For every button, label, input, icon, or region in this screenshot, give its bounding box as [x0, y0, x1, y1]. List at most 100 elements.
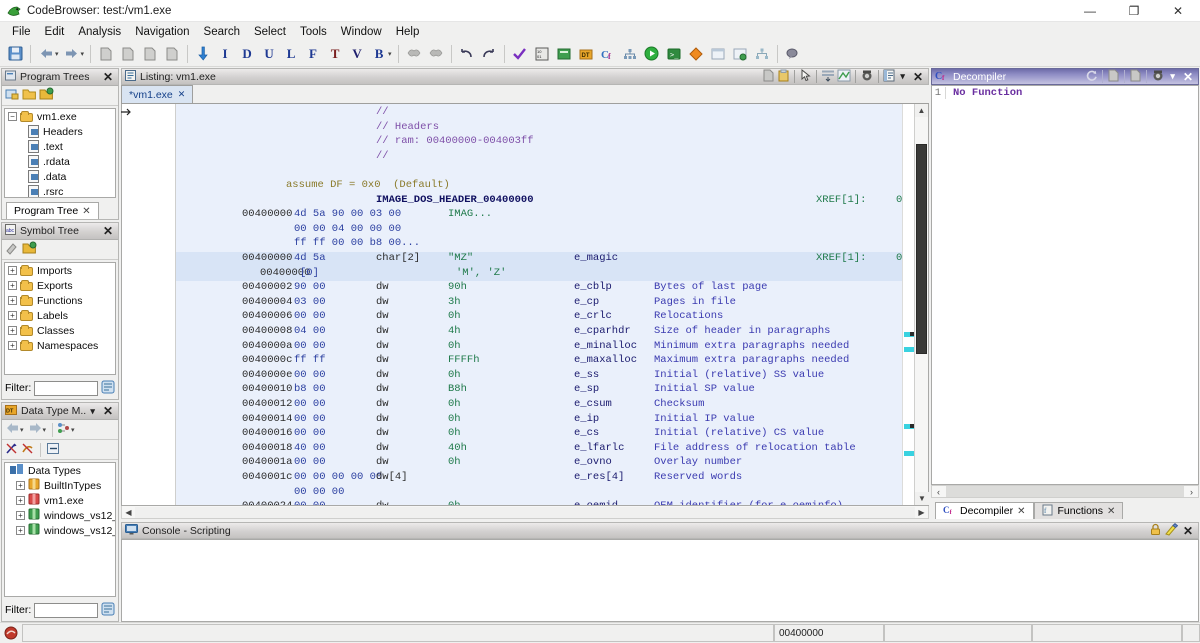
- menu-analysis[interactable]: Analysis: [71, 24, 128, 40]
- memory-map-icon[interactable]: [554, 43, 574, 65]
- symbol-node-imports[interactable]: + Imports: [5, 263, 115, 278]
- run-analysis-icon[interactable]: [642, 43, 662, 65]
- symbol-tree-filter-input[interactable]: [34, 381, 98, 396]
- debugger-icon[interactable]: >_: [664, 43, 684, 65]
- copy-icon[interactable]: [1107, 69, 1120, 85]
- listing-row[interactable]: 0040001840 00dw40he_lfarlcFile address o…: [176, 442, 902, 457]
- expander-plus-icon[interactable]: +: [8, 311, 17, 320]
- scroll-down-arrow[interactable]: ▼: [915, 492, 929, 505]
- listing-row[interactable]: //: [176, 150, 902, 165]
- listing-row[interactable]: 0040000600 00dw0he_crlcRelocations: [176, 310, 902, 325]
- datatype-node-builtintypes[interactable]: + BuiltInTypes: [5, 478, 115, 493]
- bookmark-dropdown-caret[interactable]: ▾: [388, 50, 392, 58]
- forward-caret[interactable]: ▾: [43, 426, 47, 434]
- expander-plus-icon[interactable]: +: [8, 296, 17, 305]
- scroll-right-arrow[interactable]: ›: [1185, 487, 1198, 497]
- console-output[interactable]: [121, 539, 1199, 622]
- menu-search[interactable]: Search: [197, 24, 247, 40]
- program-trees-close-icon[interactable]: ✕: [100, 70, 116, 84]
- listing-row[interactable]: 0040000804 00dw4he_cparhdrSize of header…: [176, 325, 902, 340]
- clear-flow-icon[interactable]: T: [325, 43, 345, 65]
- scroll-up-arrow[interactable]: ▲: [915, 104, 928, 117]
- bookmark-icon[interactable]: B: [369, 43, 389, 65]
- snapshot-icon[interactable]: [1151, 69, 1165, 85]
- export-icon[interactable]: [1129, 69, 1142, 85]
- function-icon[interactable]: F: [303, 43, 323, 65]
- back-caret[interactable]: ▾: [20, 426, 24, 434]
- refresh-icon[interactable]: [1085, 69, 1098, 85]
- listing-row[interactable]: ff ff 00 00 b8 00...: [176, 237, 902, 252]
- filter-arrays-icon[interactable]: [21, 442, 35, 458]
- symbol-tree-close-icon[interactable]: ✕: [100, 224, 116, 238]
- variable-icon[interactable]: V: [347, 43, 367, 65]
- scroll-right-arrow[interactable]: ▶: [915, 508, 928, 517]
- listing-row[interactable]: 00400000[0]'M', 'Z': [176, 267, 902, 282]
- datatype-node-vm1exe[interactable]: + vm1.exe: [5, 493, 115, 508]
- browser-options-icon[interactable]: [883, 69, 895, 85]
- tab-close-icon[interactable]: ✕: [178, 89, 186, 100]
- close-button[interactable]: ✕: [1156, 0, 1200, 22]
- redo-icon[interactable]: [479, 43, 499, 65]
- minimize-button[interactable]: —: [1068, 0, 1112, 22]
- datatype-node-windows-vs12-64[interactable]: + windows_vs12_64: [5, 523, 115, 538]
- expander-plus-icon[interactable]: +: [8, 326, 17, 335]
- data-icon[interactable]: D: [237, 43, 257, 65]
- listing-code-area[interactable]: //// Headers// ram: 00400000-004003ff//a…: [176, 104, 902, 505]
- paste-icon[interactable]: [777, 69, 790, 85]
- organize-caret[interactable]: ▾: [71, 426, 75, 434]
- edit-fields-icon[interactable]: [821, 69, 835, 85]
- listing-row[interactable]: 0040000cff ffdwFFFFhe_maxallocMaximum ex…: [176, 354, 902, 369]
- script-manager-icon[interactable]: [730, 43, 750, 65]
- menu-navigation[interactable]: Navigation: [128, 24, 196, 40]
- open-folder-icon[interactable]: [22, 87, 37, 104]
- organize-icon[interactable]: [57, 422, 71, 437]
- listing-row[interactable]: 00 00 00: [176, 486, 902, 501]
- snapshot-icon[interactable]: [860, 69, 874, 85]
- instruction-icon[interactable]: I: [215, 43, 235, 65]
- console-close-icon[interactable]: ✕: [1180, 524, 1196, 538]
- scroll-left-arrow[interactable]: ◀: [122, 508, 135, 517]
- listing-row[interactable]: IMAGE_DOS_HEADER_00400000XREF[1]:0040011…: [176, 194, 902, 209]
- graph-icon[interactable]: [752, 43, 772, 65]
- collapse-all-icon[interactable]: [46, 442, 60, 458]
- filter-options-icon[interactable]: [101, 380, 115, 397]
- listing-row[interactable]: 00 00 04 00 00 00: [176, 223, 902, 238]
- tab-close-icon[interactable]: ✕: [1107, 506, 1115, 517]
- scroll-track[interactable]: [946, 486, 1184, 497]
- toggle-diff-icon[interactable]: [837, 69, 851, 85]
- maximize-button[interactable]: ❐: [1112, 0, 1156, 22]
- cursor-select-icon[interactable]: [799, 69, 812, 85]
- call-tree-icon[interactable]: [620, 43, 640, 65]
- listing-row[interactable]: //: [176, 106, 902, 121]
- undo-icon[interactable]: [457, 43, 477, 65]
- expander-plus-icon[interactable]: +: [16, 526, 25, 535]
- listing-row[interactable]: +0040001c00 00 00 00 00dw[4]e_res[4]Rese…: [176, 471, 902, 486]
- listing-row[interactable]: // Headers: [176, 121, 902, 136]
- byte-viewer-icon[interactable]: 1001: [532, 43, 552, 65]
- expander-plus-icon[interactable]: +: [8, 281, 17, 290]
- data-type-manager-close-icon[interactable]: ✕: [100, 404, 116, 418]
- import-program-icon[interactable]: [162, 43, 182, 65]
- listing-row[interactable]: // ram: 00400000-004003ff: [176, 135, 902, 150]
- snapshot-window-icon[interactable]: [426, 43, 446, 65]
- snapshot-icon[interactable]: [404, 43, 424, 65]
- listing-body[interactable]: //// Headers// ram: 00400000-004003ff//a…: [121, 104, 929, 506]
- clear-console-icon[interactable]: [1164, 523, 1178, 539]
- tab-close-icon[interactable]: ✕: [82, 206, 90, 217]
- save-icon[interactable]: [5, 43, 25, 65]
- export-program-icon[interactable]: [140, 43, 160, 65]
- tree-node-text[interactable]: .text: [5, 139, 115, 154]
- tab-functions[interactable]: f Functions ✕: [1034, 502, 1124, 519]
- menu-help[interactable]: Help: [389, 24, 427, 40]
- expander-plus-icon[interactable]: +: [16, 496, 25, 505]
- expander-plus-icon[interactable]: +: [8, 266, 17, 275]
- data-type-filter-input[interactable]: [34, 603, 98, 618]
- goto-address-icon[interactable]: [193, 43, 213, 65]
- tree-node-root[interactable]: − vm1.exe: [5, 109, 115, 124]
- listing-row[interactable]: −004000004d 5achar[2]"MZ"e_magicXREF[1]:…: [176, 252, 902, 267]
- rename-icon[interactable]: [5, 241, 20, 258]
- listing-marker-margin[interactable]: [902, 104, 914, 505]
- listing-row[interactable]: 0040002400 00dw0he_oemidOEM identifier (…: [176, 500, 902, 505]
- back-icon[interactable]: [5, 422, 20, 437]
- label-icon[interactable]: L: [281, 43, 301, 65]
